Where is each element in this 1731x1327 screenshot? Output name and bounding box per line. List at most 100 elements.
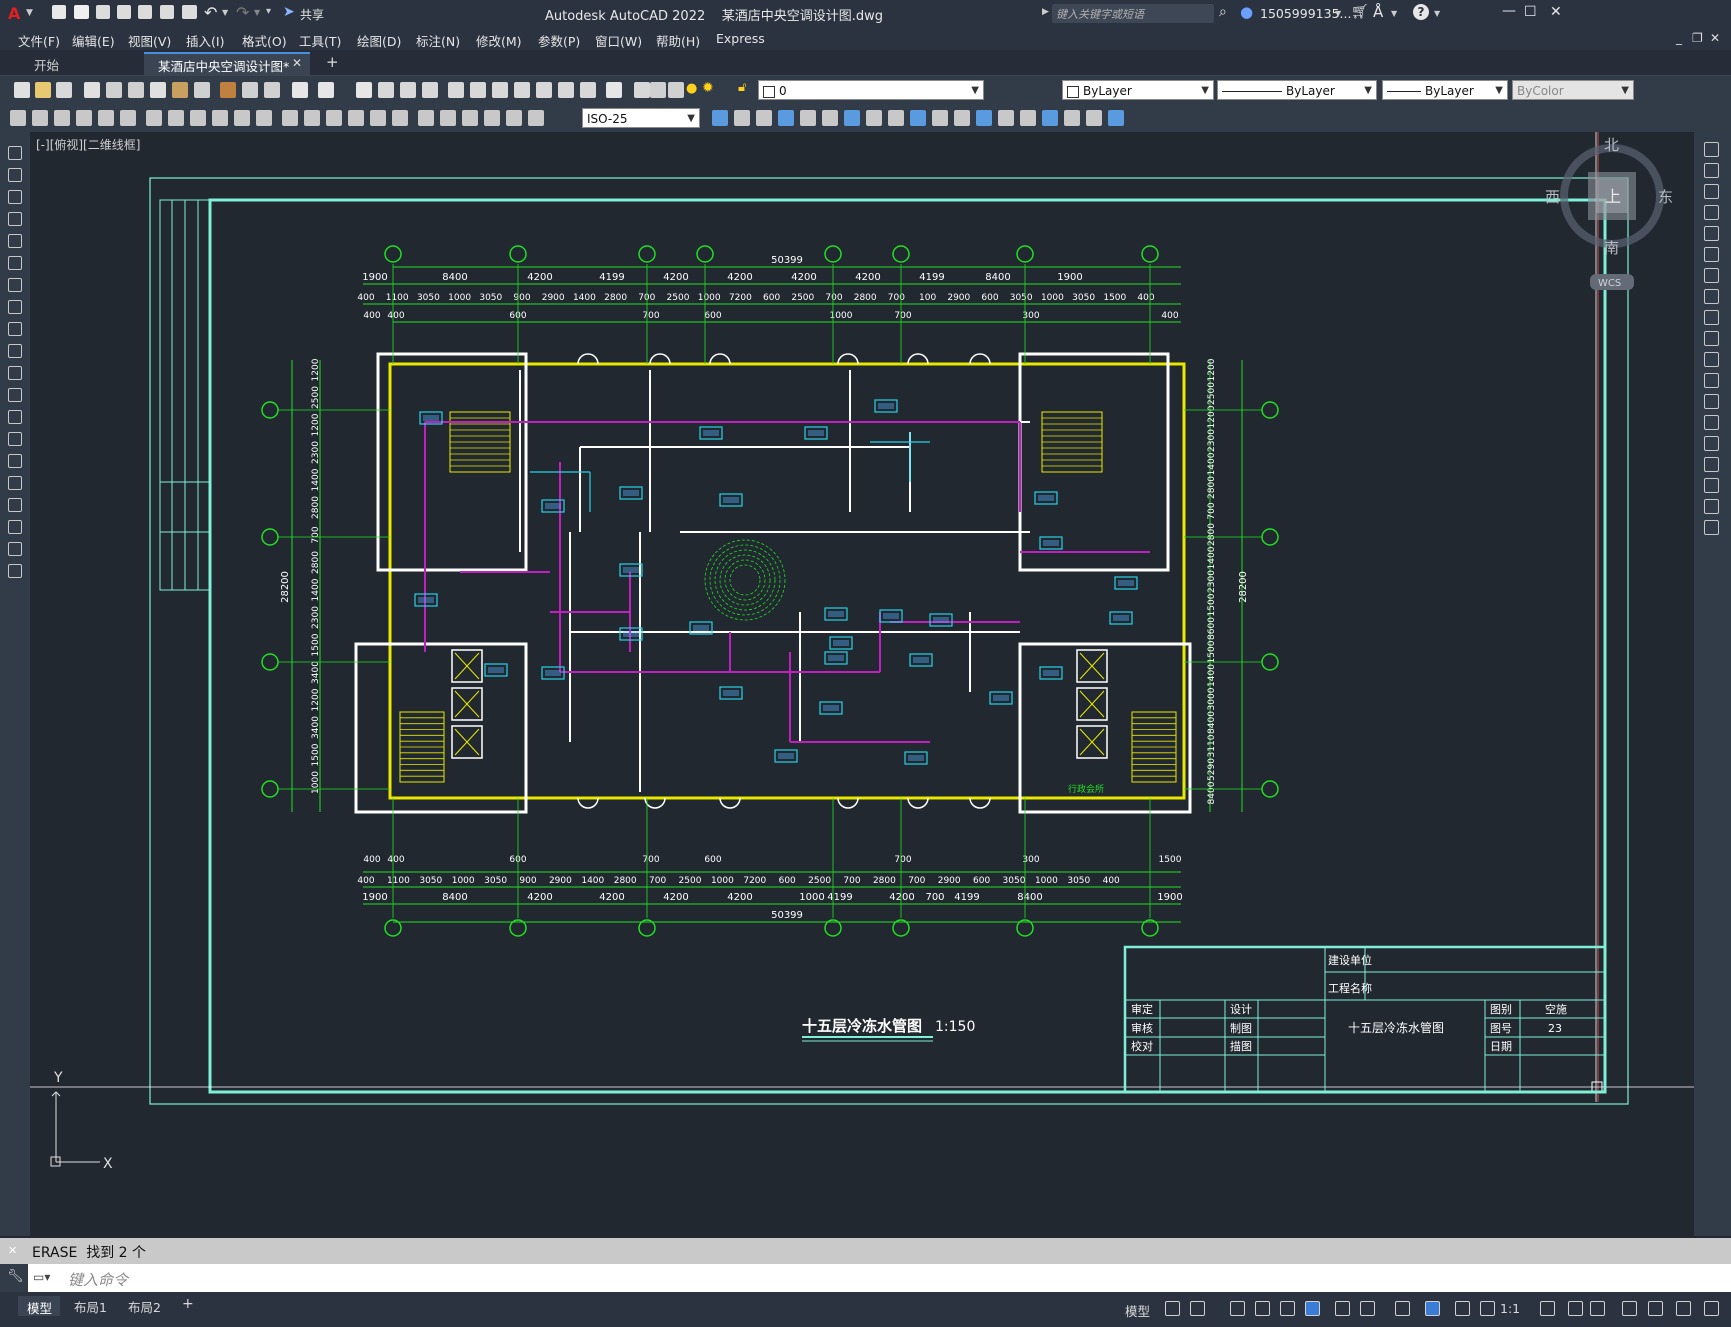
std-tool-26-icon[interactable] — [634, 82, 650, 98]
status-toggle-12-icon[interactable] — [1540, 1301, 1555, 1316]
plotstyle-dropdown[interactable]: ByColor ▼ — [1512, 80, 1634, 100]
customize-qat-icon[interactable]: ▾ — [266, 6, 271, 17]
std-tool-27-icon[interactable] — [650, 82, 666, 98]
autocad-logo-icon[interactable]: A — [8, 4, 20, 23]
draw-tool-17-icon[interactable] — [8, 520, 22, 534]
layer-dropdown[interactable]: 0 ▼ — [758, 80, 984, 100]
obj-tool-5-icon[interactable] — [822, 110, 838, 126]
std-tool-1-icon[interactable] — [35, 82, 51, 98]
doc-restore-icon[interactable]: ❐ — [1692, 31, 1703, 45]
std-tool-14-icon[interactable] — [356, 82, 372, 98]
obj-tool-0-icon[interactable] — [712, 110, 728, 126]
std-tool-24-icon[interactable] — [580, 82, 596, 98]
std-tool-8-icon[interactable] — [194, 82, 210, 98]
menu-view[interactable]: 视图(V) — [128, 31, 171, 50]
tab-drawing[interactable]: 某酒店中央空调设计图* ✕ — [144, 52, 310, 75]
std-tool-11-icon[interactable] — [264, 82, 280, 98]
cart-icon[interactable]: 🛒︎ — [1351, 4, 1369, 20]
search-expand-icon[interactable]: ▶ — [1042, 7, 1049, 17]
viewcube-east[interactable]: 东 — [1658, 188, 1673, 206]
save-web-icon[interactable] — [160, 5, 174, 19]
std-tool-21-icon[interactable] — [514, 82, 530, 98]
redo-dropdown-icon[interactable]: ▼ — [254, 8, 260, 17]
std-tool-10-icon[interactable] — [242, 82, 258, 98]
draw-tool-0-icon[interactable] — [8, 146, 22, 160]
dim-tool-13-icon[interactable] — [304, 110, 320, 126]
draw-tool-18-icon[interactable] — [8, 542, 22, 556]
tab-layout2[interactable]: 布局2 — [128, 1297, 161, 1316]
obj-tool-11-icon[interactable] — [954, 110, 970, 126]
draw-tool-11-icon[interactable] — [8, 388, 22, 402]
modify-tool-18-icon[interactable] — [1704, 520, 1719, 535]
dim-tool-23-icon[interactable] — [528, 110, 544, 126]
plot-icon[interactable] — [182, 5, 197, 19]
menu-parametric[interactable]: 参数(P) — [538, 31, 580, 50]
tab-start[interactable]: 开始 — [10, 52, 142, 74]
draw-tool-6-icon[interactable] — [8, 278, 22, 292]
modify-tool-14-icon[interactable] — [1704, 436, 1719, 451]
user-dropdown-icon[interactable]: ▼ — [1335, 9, 1341, 18]
modify-tool-12-icon[interactable] — [1704, 394, 1719, 409]
modify-tool-2-icon[interactable] — [1704, 184, 1719, 199]
dim-tool-9-icon[interactable] — [212, 110, 228, 126]
tab-model[interactable]: 模型 — [18, 1296, 60, 1316]
app-dropdown-icon[interactable]: ▼ — [1391, 9, 1397, 18]
maximize-button[interactable]: ☐ — [1524, 4, 1537, 20]
dim-tool-3-icon[interactable] — [76, 110, 92, 126]
status-toggle-16-icon[interactable] — [1648, 1301, 1663, 1316]
status-toggle-8-icon[interactable] — [1395, 1301, 1410, 1316]
menu-modify[interactable]: 修改(M) — [476, 31, 522, 50]
autodesk-app-icon[interactable]: Å — [1373, 3, 1383, 21]
dim-tool-17-icon[interactable] — [392, 110, 408, 126]
std-tool-13-icon[interactable] — [318, 82, 334, 98]
std-tool-28-icon[interactable] — [668, 82, 684, 98]
viewcube-south[interactable]: 南 — [1604, 239, 1619, 257]
std-tool-16-icon[interactable] — [400, 82, 416, 98]
menu-insert[interactable]: 插入(I) — [186, 31, 224, 50]
wrench-icon[interactable]: 🔧︎ — [7, 1269, 24, 1284]
dim-tool-14-icon[interactable] — [326, 110, 342, 126]
undo-dropdown-icon[interactable]: ▼ — [222, 8, 228, 17]
close-button[interactable]: ✕ — [1550, 4, 1562, 20]
dimstyle-dropdown[interactable]: ISO-25 ▼ — [582, 108, 700, 128]
status-toggle-17-icon[interactable] — [1676, 1301, 1691, 1316]
menu-edit[interactable]: 编辑(E) — [72, 31, 115, 50]
modify-tool-13-icon[interactable] — [1704, 415, 1719, 430]
modify-tool-16-icon[interactable] — [1704, 478, 1719, 493]
menu-dimension[interactable]: 标注(N) — [416, 31, 460, 50]
obj-tool-8-icon[interactable] — [888, 110, 904, 126]
dim-tool-0-icon[interactable] — [10, 110, 26, 126]
status-toggle-15-icon[interactable] — [1622, 1301, 1637, 1316]
modify-tool-9-icon[interactable] — [1704, 331, 1719, 346]
dim-tool-4-icon[interactable] — [98, 110, 114, 126]
doc-close-icon[interactable]: ✕ — [1710, 31, 1720, 45]
redo-icon[interactable]: ↷ — [236, 3, 249, 22]
minimize-button[interactable]: — — [1502, 3, 1516, 19]
share-button[interactable]: 共享 — [300, 6, 324, 23]
drawing-canvas[interactable]: [-][俯视][二维线框] 50399 1900 8400 4200 4199 4200 4… — [30, 132, 1694, 1236]
draw-tool-14-icon[interactable] — [8, 454, 22, 468]
dim-tool-15-icon[interactable] — [348, 110, 364, 126]
viewcube-wcs[interactable]: WCS — [1598, 278, 1621, 289]
draw-tool-5-icon[interactable] — [8, 256, 22, 270]
std-tool-0-icon[interactable] — [14, 82, 30, 98]
modify-tool-10-icon[interactable] — [1704, 352, 1719, 367]
obj-tool-2-icon[interactable] — [756, 110, 772, 126]
draw-tool-2-icon[interactable] — [8, 190, 22, 204]
open-web-icon[interactable] — [138, 5, 152, 19]
std-tool-19-icon[interactable] — [470, 82, 486, 98]
modify-tool-17-icon[interactable] — [1704, 499, 1719, 514]
command-input[interactable]: 键入命令 — [68, 1269, 128, 1290]
dim-tool-12-icon[interactable] — [282, 110, 298, 126]
viewcube-north[interactable]: 北 — [1604, 136, 1619, 154]
obj-tool-14-icon[interactable] — [1020, 110, 1036, 126]
dim-tool-5-icon[interactable] — [120, 110, 136, 126]
viewcube-west[interactable]: 西 — [1545, 188, 1560, 206]
add-layout-button[interactable]: + — [182, 1296, 194, 1312]
std-tool-12-icon[interactable] — [292, 82, 308, 98]
dim-tool-6-icon[interactable] — [146, 110, 162, 126]
open-file-icon[interactable] — [74, 5, 89, 19]
std-tool-17-icon[interactable] — [422, 82, 438, 98]
new-tab-button[interactable]: + — [326, 53, 339, 71]
modify-tool-7-icon[interactable] — [1704, 289, 1719, 304]
